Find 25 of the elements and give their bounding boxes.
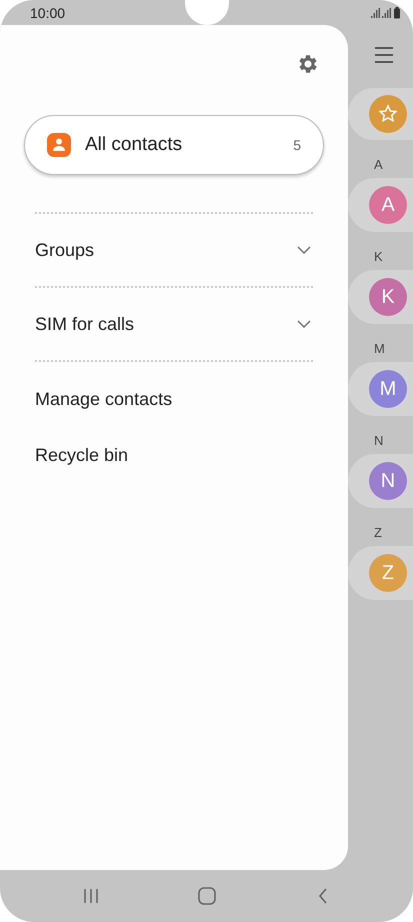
section-letter: M (374, 340, 386, 358)
avatar: K (369, 278, 407, 316)
section-letter: N (374, 432, 384, 450)
recent-apps-icon[interactable] (82, 888, 100, 904)
home-icon[interactable] (198, 887, 216, 905)
drawer-item[interactable]: Recycle bin (35, 443, 128, 467)
all-contacts-button[interactable]: All contacts 5 (24, 115, 324, 175)
chevron-down-icon (297, 320, 311, 328)
drawer-item[interactable]: SIM for calls (35, 312, 313, 336)
drawer-item[interactable]: Manage contacts (35, 387, 172, 411)
status-time: 10:00 (30, 4, 66, 20)
back-icon[interactable] (318, 888, 328, 904)
drawer-item[interactable]: Groups (35, 238, 313, 262)
menu-icon[interactable] (375, 47, 393, 63)
avatar: Z (369, 554, 407, 592)
status-icons (371, 6, 401, 18)
avatar: N (369, 462, 407, 500)
favorites-row[interactable] (348, 88, 413, 140)
section-letter: K (374, 248, 384, 266)
contact-icon (47, 133, 71, 157)
section-letter: Z (374, 524, 383, 542)
avatar: A (369, 186, 407, 224)
chevron-down-icon (297, 246, 311, 254)
avatar: M (369, 370, 407, 408)
section-letter: A (374, 156, 384, 174)
